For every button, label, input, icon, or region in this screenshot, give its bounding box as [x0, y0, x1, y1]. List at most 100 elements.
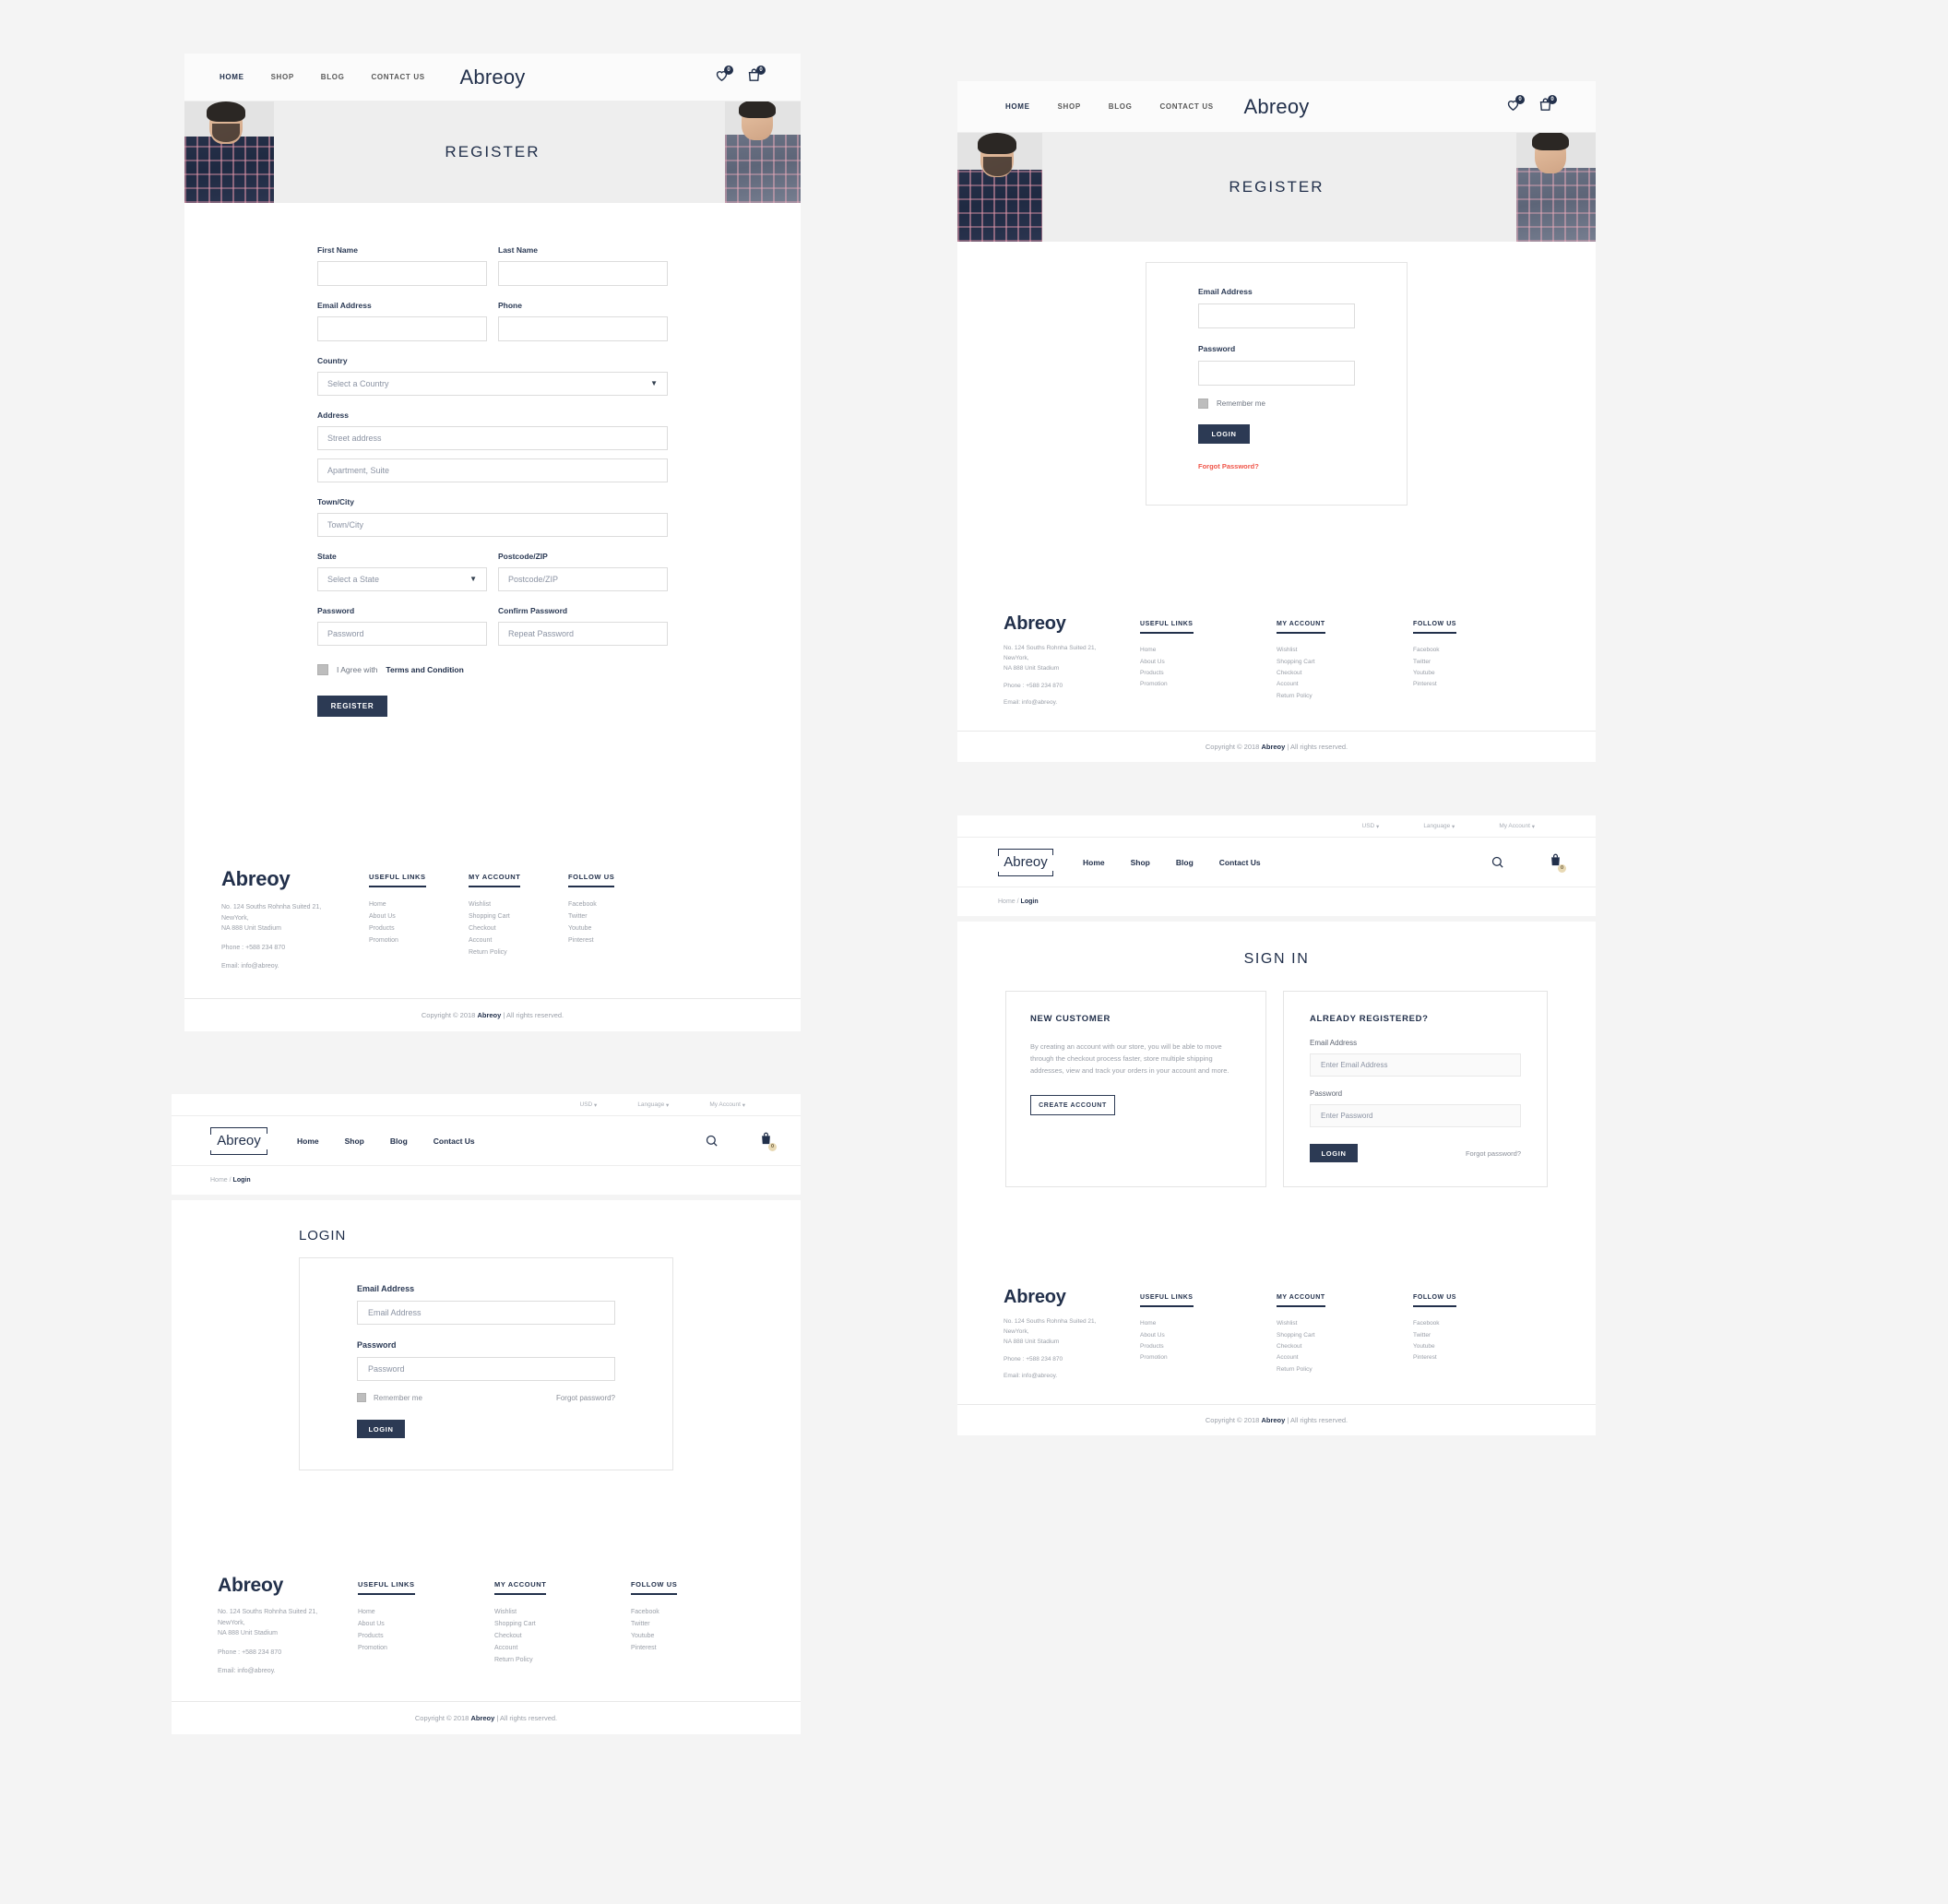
- footer-link-twitter[interactable]: Twitter: [568, 911, 660, 923]
- nav-item-home[interactable]: Home: [1083, 858, 1105, 867]
- nav-item-shop[interactable]: Shop: [345, 1136, 364, 1146]
- footer-link-checkout[interactable]: Checkout: [1277, 668, 1413, 679]
- footer-link-home[interactable]: Home: [1140, 1318, 1277, 1329]
- brand-logo[interactable]: Abreoy: [459, 65, 525, 89]
- email-input[interactable]: Enter Email Address: [1310, 1053, 1521, 1077]
- footer-link-pinterest[interactable]: Pinterest: [631, 1643, 723, 1655]
- forgot-password-link[interactable]: Forgot password?: [1466, 1149, 1521, 1158]
- footer-link-products[interactable]: Products: [1140, 1341, 1277, 1352]
- footer-link-wishlist[interactable]: Wishlist: [494, 1607, 631, 1619]
- nav-item-home[interactable]: HOME: [1005, 102, 1030, 111]
- apartment-input[interactable]: Apartment, Suite: [317, 458, 668, 482]
- currency-selector[interactable]: USD ▾: [580, 1101, 598, 1109]
- my-account-menu[interactable]: My Account ▾: [709, 1101, 745, 1109]
- brand-logo[interactable]: Abreoy: [998, 848, 1053, 876]
- nav-item-contact-us[interactable]: CONTACT US: [1159, 102, 1213, 111]
- login-submit-button[interactable]: LOGIN: [357, 1420, 405, 1438]
- password-input[interactable]: Password: [357, 1357, 615, 1381]
- wishlist-button[interactable]: 0: [1505, 94, 1525, 117]
- nav-item-shop[interactable]: SHOP: [1058, 102, 1081, 111]
- footer-link-promotion[interactable]: Promotion: [1140, 679, 1277, 690]
- cart-button[interactable]: 0: [1549, 852, 1566, 873]
- footer-link-products[interactable]: Products: [358, 1631, 494, 1643]
- footer-link-return-policy[interactable]: Return Policy: [1277, 691, 1413, 702]
- agree-terms-checkbox[interactable]: [317, 664, 328, 675]
- footer-link-youtube[interactable]: Youtube: [631, 1631, 723, 1643]
- login-submit-button[interactable]: LOGIN: [1198, 424, 1250, 444]
- nav-item-shop[interactable]: Shop: [1131, 858, 1150, 867]
- nav-item-blog[interactable]: BLOG: [1109, 102, 1133, 111]
- footer-link-return-policy[interactable]: Return Policy: [494, 1655, 631, 1667]
- footer-link-promotion[interactable]: Promotion: [369, 935, 469, 947]
- footer-link-return-policy[interactable]: Return Policy: [469, 947, 568, 959]
- first-name-input[interactable]: [317, 261, 487, 286]
- forgot-password-link[interactable]: Forgot password?: [556, 1394, 615, 1402]
- footer-link-promotion[interactable]: Promotion: [1140, 1352, 1277, 1363]
- footer-link-youtube[interactable]: Youtube: [1413, 668, 1505, 679]
- footer-link-facebook[interactable]: Facebook: [568, 899, 660, 911]
- register-submit-button[interactable]: REGISTER: [317, 696, 387, 717]
- nav-item-contact-us[interactable]: Contact Us: [434, 1136, 475, 1146]
- nav-item-contact-us[interactable]: CONTACT US: [371, 73, 424, 81]
- footer-link-wishlist[interactable]: Wishlist: [1277, 1318, 1413, 1329]
- footer-link-home[interactable]: Home: [358, 1607, 494, 1619]
- footer-link-account[interactable]: Account: [1277, 1352, 1413, 1363]
- brand-logo[interactable]: Abreoy: [210, 1126, 267, 1155]
- footer-link-wishlist[interactable]: Wishlist: [1277, 645, 1413, 656]
- confirm-password-input[interactable]: Repeat Password: [498, 622, 668, 646]
- footer-link-checkout[interactable]: Checkout: [469, 923, 568, 935]
- breadcrumb-home[interactable]: Home: [210, 1177, 228, 1184]
- nav-item-blog[interactable]: Blog: [390, 1136, 408, 1146]
- footer-link-facebook[interactable]: Facebook: [1413, 645, 1505, 656]
- login-submit-button[interactable]: LOGIN: [1310, 1144, 1358, 1162]
- nav-item-home[interactable]: HOME: [220, 73, 244, 81]
- language-selector[interactable]: Language ▾: [637, 1101, 669, 1109]
- footer-link-facebook[interactable]: Facebook: [1413, 1318, 1505, 1329]
- breadcrumb-home[interactable]: Home: [998, 898, 1016, 905]
- currency-selector[interactable]: USD ▾: [1362, 823, 1380, 830]
- country-select[interactable]: Select a Country ▼: [317, 372, 668, 396]
- password-input[interactable]: Password: [317, 622, 487, 646]
- footer-link-shopping-cart[interactable]: Shopping Cart: [494, 1619, 631, 1631]
- cart-button[interactable]: 0: [746, 65, 766, 88]
- footer-link-about-us[interactable]: About Us: [1140, 657, 1277, 668]
- nav-item-home[interactable]: Home: [297, 1136, 319, 1146]
- footer-link-return-policy[interactable]: Return Policy: [1277, 1364, 1413, 1375]
- footer-link-home[interactable]: Home: [369, 899, 469, 911]
- language-selector[interactable]: Language ▾: [1423, 823, 1455, 830]
- create-account-button[interactable]: CREATE ACCOUNT: [1030, 1095, 1115, 1116]
- footer-link-about-us[interactable]: About Us: [358, 1619, 494, 1631]
- footer-link-pinterest[interactable]: Pinterest: [1413, 1352, 1505, 1363]
- email-input[interactable]: Email Address: [357, 1301, 615, 1325]
- footer-link-shopping-cart[interactable]: Shopping Cart: [469, 911, 568, 923]
- password-input[interactable]: [1198, 361, 1355, 386]
- footer-link-youtube[interactable]: Youtube: [568, 923, 660, 935]
- footer-link-facebook[interactable]: Facebook: [631, 1607, 723, 1619]
- footer-link-checkout[interactable]: Checkout: [1277, 1341, 1413, 1352]
- footer-link-youtube[interactable]: Youtube: [1413, 1341, 1505, 1352]
- footer-link-shopping-cart[interactable]: Shopping Cart: [1277, 657, 1413, 668]
- footer-link-checkout[interactable]: Checkout: [494, 1631, 631, 1643]
- footer-link-account[interactable]: Account: [1277, 679, 1413, 690]
- footer-link-twitter[interactable]: Twitter: [631, 1619, 723, 1631]
- state-select[interactable]: Select a State ▼: [317, 567, 487, 591]
- footer-link-pinterest[interactable]: Pinterest: [1413, 679, 1505, 690]
- nav-item-shop[interactable]: SHOP: [271, 73, 294, 81]
- footer-link-account[interactable]: Account: [469, 935, 568, 947]
- email-input[interactable]: [317, 316, 487, 341]
- footer-link-home[interactable]: Home: [1140, 645, 1277, 656]
- forgot-password-link[interactable]: Forgot Password?: [1198, 462, 1259, 470]
- email-input[interactable]: [1198, 303, 1355, 328]
- terms-and-condition-link[interactable]: Terms and Condition: [386, 665, 463, 674]
- nav-item-blog[interactable]: BLOG: [321, 73, 345, 81]
- search-icon[interactable]: [1491, 855, 1504, 869]
- nav-item-blog[interactable]: Blog: [1176, 858, 1194, 867]
- footer-link-promotion[interactable]: Promotion: [358, 1643, 494, 1655]
- last-name-input[interactable]: [498, 261, 668, 286]
- cart-button[interactable]: 0: [1538, 94, 1557, 117]
- street-address-input[interactable]: Street address: [317, 426, 668, 450]
- footer-link-twitter[interactable]: Twitter: [1413, 1330, 1505, 1341]
- footer-link-account[interactable]: Account: [494, 1643, 631, 1655]
- postcode-input[interactable]: Postcode/ZIP: [498, 567, 668, 591]
- footer-link-about-us[interactable]: About Us: [369, 911, 469, 923]
